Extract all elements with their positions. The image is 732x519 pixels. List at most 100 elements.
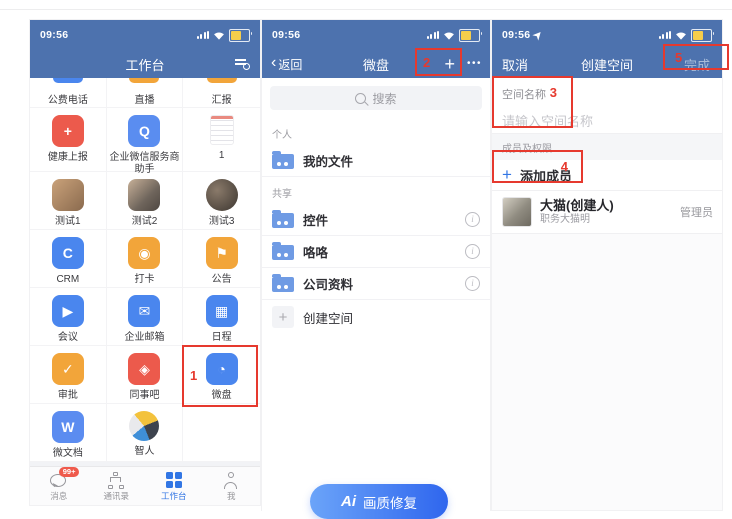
wifi-icon (213, 31, 225, 40)
folder-icon (272, 245, 294, 260)
grid-item-16[interactable]: ✓审批 (30, 346, 107, 404)
info-icon[interactable] (465, 276, 480, 291)
signal-icon (659, 31, 672, 39)
grid-item-20[interactable]: 智人 (107, 404, 184, 462)
app-grid: 公费电话直播 汇报 + 健康上报 Q企业微信服务商助手1 测试1 测试2 测试3 CCRM ◉ 打卡… (30, 78, 260, 462)
cancel-button[interactable]: 取消 (502, 55, 528, 74)
grid-item-17[interactable]: ◈同事吧 (107, 346, 184, 404)
tab-label: 工作台 (161, 492, 187, 501)
app-label: 测试3 (209, 216, 235, 228)
app-label: 打卡 (134, 274, 154, 286)
member-role: 管理员 (680, 204, 713, 220)
status-bar: 09:56 (262, 20, 490, 50)
create-space-row[interactable]: + 创建空间 (262, 300, 490, 334)
add-member-label: 添加成员 (520, 166, 572, 185)
tab-org[interactable]: 通讯录 (88, 467, 146, 505)
file-name: 咯咯 (303, 242, 328, 261)
location-arrow-icon (533, 29, 544, 40)
app-label: 直播 (134, 95, 154, 107)
grid-item-6[interactable]: 1 (183, 108, 260, 172)
tab-label: 消息 (50, 492, 67, 501)
done-button[interactable]: 完成 (684, 55, 710, 74)
app-label: 智人 (134, 446, 154, 458)
back-label: 返回 (278, 56, 302, 73)
member-row[interactable]: 大猫(创建人)职务大猫明管理员 (492, 191, 722, 234)
grid-item-9[interactable]: 测试3 (183, 172, 260, 230)
grid-item-7[interactable]: 测试1 (30, 172, 107, 230)
grid-item-12[interactable]: ⚑公告 (183, 230, 260, 288)
grid-item-3[interactable]: 汇报 (183, 78, 260, 108)
grid-item-2[interactable]: 直播 (107, 78, 184, 108)
tab-grid[interactable]: 工作台 (145, 467, 203, 505)
empty-area (492, 234, 722, 510)
ai-enhance-button[interactable]: Ai 画质修复 (310, 484, 448, 519)
grid-item-5[interactable]: Q企业微信服务商助手 (107, 108, 184, 172)
grid-item-19[interactable]: W微文档 (30, 404, 107, 462)
app-label: 微盘 (212, 390, 232, 402)
workbench-screen: 09:56 工作台 公费电话直播 汇报 + 健康上报 Q企业微信服务商助手1 测试1 测试2… (30, 20, 260, 505)
tab-person[interactable]: 我 (203, 467, 261, 505)
create-space-label: 创建空间 (303, 308, 353, 327)
tab-chat[interactable]: 99+ 消息 (30, 467, 88, 505)
app-icon-cut (207, 78, 237, 83)
page-title: 微盘 (363, 55, 389, 74)
app-icon-thumb (210, 115, 234, 145)
app-icon-pie (129, 411, 159, 441)
tab-label: 通讯录 (103, 492, 129, 501)
app-icon-cut (53, 78, 83, 83)
grid-item-1[interactable]: 公费电话 (30, 78, 107, 108)
status-icons (427, 29, 481, 42)
app-icon: ▶ (52, 295, 84, 327)
tab-label: 我 (227, 492, 236, 501)
grid-item-13[interactable]: ▶ 会议 (30, 288, 107, 346)
icon-glyph: + (64, 124, 72, 138)
file-row[interactable]: 咯咯 (262, 236, 490, 268)
grid-item-10[interactable]: CCRM (30, 230, 107, 288)
icon-glyph: W (61, 420, 74, 434)
app-label: 测试1 (55, 216, 81, 228)
app-label: 会议 (58, 332, 78, 344)
wedrive-body: 搜索 个人我的文件共享控件咯咯公司资料 + 创建空间 Ai 画质修复 (262, 86, 490, 518)
grid-item-8[interactable]: 测试2 (107, 172, 184, 230)
file-row[interactable]: 控件 (262, 204, 490, 236)
icon-glyph: ◔ (217, 362, 225, 376)
app-icon: Q (128, 115, 160, 147)
app-label: 测试2 (132, 216, 158, 228)
file-list: 个人我的文件共享控件咯咯公司资料 (262, 118, 490, 300)
workbench-header: 09:56 工作台 (30, 20, 260, 78)
page-top-divider (0, 9, 732, 10)
app-icon: ◔ (206, 353, 238, 385)
back-button[interactable]: ‹ 返回 (271, 56, 302, 73)
tab-bar: 99+ 消息 通讯录 工作台 我 (30, 466, 260, 505)
icon-glyph: Q (139, 124, 150, 138)
app-icon: C (52, 237, 84, 269)
grid-item-18[interactable]: ◔ 微盘 (183, 346, 260, 404)
icon-glyph: ◈ (139, 362, 150, 376)
app-icon: ◉ (128, 237, 160, 269)
grid-item-14[interactable]: ✉企业邮箱 (107, 288, 184, 346)
ai-logo: Ai (341, 493, 356, 510)
status-time: 09:56 (502, 29, 542, 41)
add-member-row[interactable]: + 添加成员 (492, 160, 722, 191)
info-icon[interactable] (465, 244, 480, 259)
file-row[interactable]: 我的文件 (262, 145, 490, 177)
chat-icon: 99+ (50, 472, 68, 489)
grid-icon (165, 472, 183, 489)
info-icon[interactable] (465, 212, 480, 227)
space-name-input[interactable]: 请输入空间名称 (492, 107, 722, 134)
file-row[interactable]: 公司资料 (262, 268, 490, 300)
plus-icon: + (272, 306, 294, 328)
grid-item-15[interactable]: ▦日程 (183, 288, 260, 346)
filter-icon[interactable] (235, 58, 250, 70)
icon-glyph: ▶ (62, 304, 73, 318)
grid-item-11[interactable]: ◉ 打卡 (107, 230, 184, 288)
more-button[interactable]: ••• (467, 59, 482, 69)
folder-icon (272, 154, 294, 169)
grid-item-4[interactable]: + 健康上报 (30, 108, 107, 172)
app-icon: W (52, 411, 84, 443)
search-bar[interactable]: 搜索 (270, 86, 482, 110)
app-label: 健康上报 (48, 152, 88, 164)
wedrive-screen: 09:56 ‹ 返回 微盘 + ••• 搜索 个人我的文件共享控件咯咯公司资料 (262, 20, 490, 510)
add-button[interactable]: + (444, 55, 455, 73)
page-title: 工作台 (125, 55, 164, 74)
